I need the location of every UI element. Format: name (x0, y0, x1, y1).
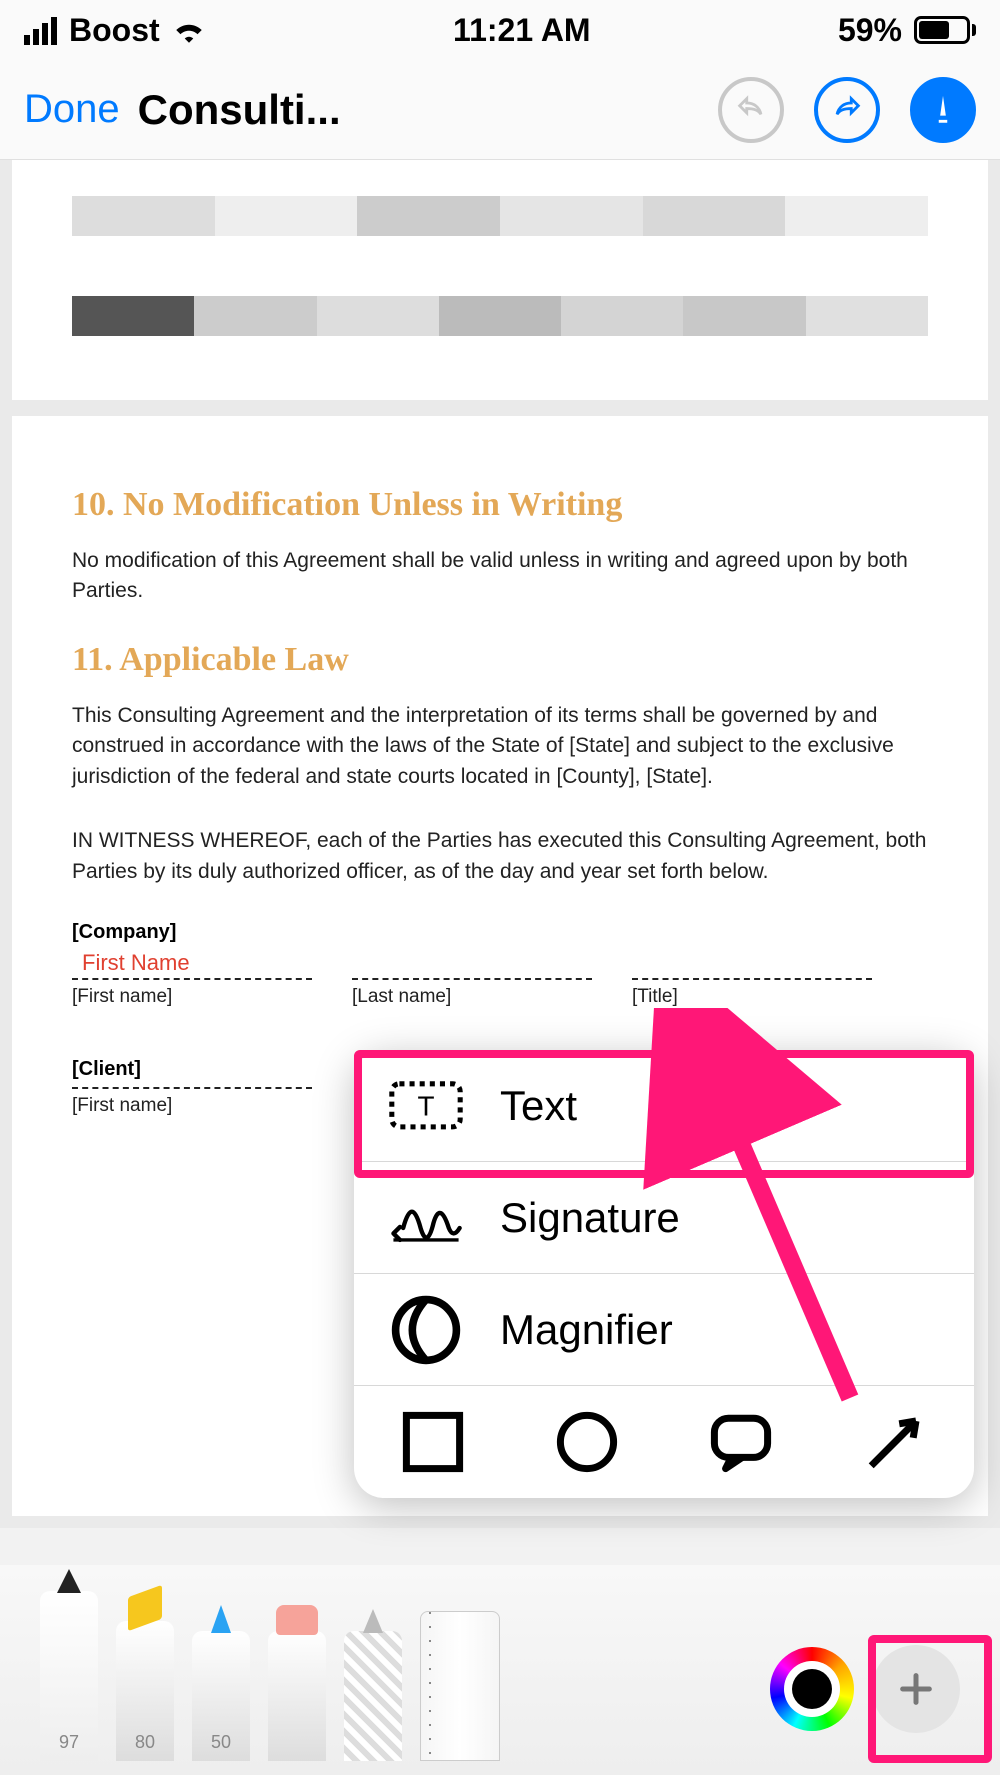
highlighter-tool[interactable]: 80 (116, 1621, 174, 1761)
add-signature-label: Signature (500, 1194, 680, 1242)
signature-icon (388, 1190, 464, 1246)
wifi-icon (172, 17, 206, 43)
undo-button[interactable] (718, 77, 784, 143)
carrier-label: Boost (69, 12, 160, 49)
add-text-option[interactable]: T Text (354, 1050, 974, 1162)
shape-row (354, 1386, 974, 1498)
document-canvas[interactable]: 10. No Modification Unless in Writing No… (0, 160, 1000, 1528)
text-box-icon: T (388, 1078, 464, 1134)
add-magnifier-option[interactable]: Magnifier (354, 1274, 974, 1386)
status-bar: Boost 11:21 AM 59% (0, 0, 1000, 60)
section-10-heading: 10. No Modification Unless in Writing (72, 486, 928, 524)
add-speech-bubble-shape[interactable] (706, 1407, 776, 1477)
title-label: [Title] (632, 986, 872, 1008)
magnifier-icon (388, 1302, 464, 1358)
battery-pct: 59% (838, 12, 902, 49)
add-arrow-shape[interactable] (860, 1407, 930, 1477)
add-circle-shape[interactable] (552, 1407, 622, 1477)
pen-tool[interactable]: 97 (40, 1591, 98, 1761)
page-previous-fragment (12, 160, 988, 400)
cell-signal-icon (24, 15, 57, 45)
add-square-shape[interactable] (398, 1407, 468, 1477)
company-label: [Company] (72, 921, 928, 944)
redo-button[interactable] (814, 77, 880, 143)
svg-text:T: T (417, 1091, 434, 1122)
eraser-tool[interactable] (268, 1631, 326, 1761)
add-menu-popup: T Text Signature Magnifier (354, 1050, 974, 1498)
pencil-tool[interactable]: 50 (192, 1631, 250, 1761)
color-picker-button[interactable] (770, 1647, 854, 1731)
markup-toggle-button[interactable] (910, 77, 976, 143)
add-signature-option[interactable]: Signature (354, 1162, 974, 1274)
section-11-body-1: This Consulting Agreement and the interp… (72, 701, 928, 792)
add-annotation-button[interactable] (872, 1645, 960, 1733)
ruler-tool[interactable] (420, 1611, 500, 1761)
last-name-label: [Last name] (352, 986, 592, 1008)
add-text-label: Text (500, 1082, 577, 1130)
clock: 11:21 AM (453, 12, 591, 49)
section-11-heading: 11. Applicable Law (72, 641, 928, 679)
done-button[interactable]: Done (24, 87, 120, 132)
battery-icon (914, 16, 976, 44)
document-title: Consulti... (138, 86, 341, 134)
add-magnifier-label: Magnifier (500, 1306, 673, 1354)
client-first-name-label: [First name] (72, 1095, 312, 1117)
current-color-swatch (792, 1669, 832, 1709)
text-annotation-first-name[interactable]: First Name (72, 950, 928, 976)
section-11-body-2: IN WITNESS WHEREOF, each of the Parties … (72, 826, 928, 887)
markup-toolbar: 97 80 50 (0, 1565, 1000, 1775)
first-name-label: [First name] (72, 986, 312, 1008)
lasso-tool[interactable] (344, 1631, 402, 1761)
section-10-body: No modification of this Agreement shall … (72, 546, 928, 607)
markup-nav-bar: Done Consulti... (0, 60, 1000, 160)
